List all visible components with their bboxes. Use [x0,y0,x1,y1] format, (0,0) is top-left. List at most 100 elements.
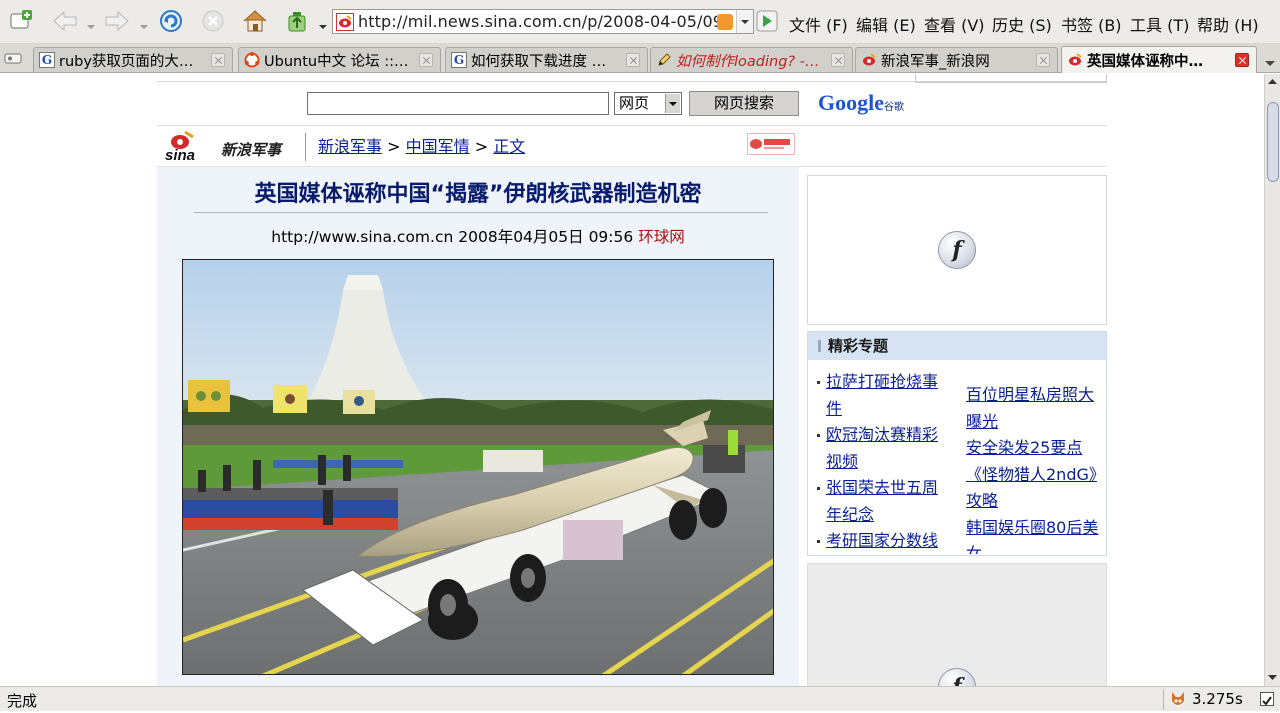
firebug-fox-icon[interactable] [1169,690,1187,709]
status-text: 完成 [7,692,38,710]
page-content: 网页 网页搜索 Google谷歌 sina 新浪军事 新浪军事 > 中国军情 >… [0,74,1264,686]
search-input[interactable] [307,92,609,115]
list-item: 考研国家分数线 [817,528,944,555]
toolbar-dropdown[interactable] [319,16,327,29]
topic-link[interactable]: 张国荣去世五周年纪念 [826,478,938,524]
tab-sina-military[interactable]: 新浪军事_新浪网 [855,47,1058,72]
tab-list-icon[interactable] [4,50,24,66]
tab-label: 如何制作loading? -… [676,53,820,70]
tab-active-article[interactable]: 英国媒体诬称中… [1061,46,1257,73]
chevron-down-icon [665,94,680,113]
topic-link[interactable]: 韩国娱乐圈80后美女 [966,518,1098,555]
tab-label: Ubuntu中文 论坛 ::… [264,53,409,70]
close-tab-icon[interactable] [1036,53,1050,67]
close-tab-icon[interactable] [419,53,433,67]
tab-download-progress[interactable]: G 如何获取下载进度 … [445,47,648,72]
status-divider [1163,689,1164,710]
flash-ad-top[interactable]: f [807,175,1107,325]
topic-link[interactable]: 考研国家分数线 [826,531,938,550]
google-icon: G [451,52,467,68]
new-tab-icon[interactable] [6,6,36,36]
menu-help[interactable]: 帮助 (H) [1197,12,1259,36]
google-brand-sub: 谷歌 [884,102,904,113]
sina-eye-icon [861,52,877,68]
tab-loading[interactable]: 如何制作loading? -… [650,47,853,72]
breadcrumb-link-china-military[interactable]: 中国军情 [406,137,470,156]
article-datetime: 2008年04月05日 09:56 [458,228,634,246]
google-brand: Google [818,90,884,115]
back-button[interactable] [50,6,80,36]
forward-button[interactable] [102,6,132,36]
scroll-up-arrow-icon[interactable] [1265,74,1280,89]
breadcrumb-separator: > [474,137,489,156]
partner-logo-icon[interactable] [747,133,795,155]
tab-label: 新浪军事_新浪网 [881,53,990,70]
scroll-down-arrow-icon[interactable] [1265,670,1280,685]
flash-ad-bottom[interactable]: f [807,563,1107,686]
breadcrumb: 新浪军事 > 中国军情 > 正文 [305,133,525,161]
menu-tools[interactable]: 工具 (T) [1130,12,1189,36]
forward-history-dropdown[interactable] [140,16,148,29]
topic-link[interactable]: 欧冠淘汰赛精彩视频 [826,425,938,471]
section-header: sina 新浪军事 新浪军事 > 中国军情 > 正文 [157,125,1107,167]
topic-link[interactable]: 百位明星私房照大曝光 [966,385,1094,431]
back-history-dropdown[interactable] [87,16,95,29]
article-source[interactable]: 环球网 [638,228,685,246]
menu-bookmarks[interactable]: 书签 (B) [1061,12,1122,36]
topic-list-left: 拉萨打砸抢烧事件 欧冠淘汰赛精彩视频 张国荣去世五周年纪念 考研国家分数线 [817,369,944,555]
close-tab-icon[interactable] [626,53,640,67]
navigation-toolbar: http://mil.news.sina.com.cn/p/2008-04-05… [0,0,1280,44]
close-tab-icon[interactable] [1235,53,1249,67]
topic-link[interactable]: 安全染发25要点 [966,438,1082,457]
scroll-thumb[interactable] [1267,102,1279,182]
menu-history[interactable]: 历史 (S) [992,12,1052,36]
topic-link[interactable]: 拉萨打砸抢烧事件 [826,372,938,418]
reload-icon[interactable] [156,6,186,36]
section-logo-text: 新浪军事 [221,141,282,159]
breadcrumb-link-article[interactable]: 正文 [493,137,525,156]
menu-edit[interactable]: 编辑 (E) [856,12,916,36]
flash-player-icon: f [938,668,976,686]
article-title: 英国媒体诬称中国“揭露”伊朗核武器制造机密 [254,182,702,207]
list-item: 百位明星私房照大曝光 [966,382,1101,435]
sina-logo[interactable]: sina [165,129,213,164]
pencil-icon [656,52,672,68]
sina-logo-text: sina [165,147,195,163]
tab-overflow-icon[interactable] [1264,54,1276,66]
home-icon[interactable] [240,6,270,36]
menu-file[interactable]: 文件 (F) [789,12,848,36]
url-bar[interactable]: http://mil.news.sina.com.cn/p/2008-04-05… [332,9,754,34]
status-checkbox[interactable] [1260,692,1274,706]
close-tab-icon[interactable] [211,53,225,67]
status-bar: 完成 3.275s [0,686,1280,711]
sina-eye-icon [336,12,354,31]
featured-topics-header: 精彩专题 [808,332,1106,360]
search-button[interactable]: 网页搜索 [689,91,799,116]
featured-topics-box: 精彩专题 拉萨打砸抢烧事件 欧冠淘汰赛精彩视频 张国荣去世五周年纪念 考研国家分… [807,331,1107,556]
stop-icon[interactable] [198,6,228,36]
search-type-value: 网页 [619,94,650,112]
tab-bar: G ruby获取页面的大… Ubuntu中文 论坛 ::… G 如何获取下载进度… [0,44,1280,73]
url-history-dropdown[interactable] [736,10,753,33]
recycle-icon[interactable] [282,6,312,36]
breadcrumb-link-military[interactable]: 新浪军事 [318,137,382,156]
tab-label: 英国媒体诬称中… [1087,53,1203,70]
list-item: 张国荣去世五周年纪念 [817,475,944,528]
ubuntu-icon [244,52,260,68]
tab-label: ruby获取页面的大… [59,53,194,70]
google-icon: G [39,52,55,68]
rss-feed-icon[interactable] [717,13,733,30]
google-logo[interactable]: Google谷歌 [818,90,904,116]
tab-ruby[interactable]: G ruby获取页面的大… [33,47,233,72]
tab-ubuntu[interactable]: Ubuntu中文 论坛 ::… [238,47,441,72]
article-photo [182,259,774,675]
menu-view[interactable]: 查看 (V) [924,12,985,36]
topic-link[interactable]: 《怪物猎人2ndG》攻略 [966,465,1097,511]
search-type-select[interactable]: 网页 [614,92,682,115]
go-button[interactable] [756,10,778,32]
sina-eye-icon [1067,52,1083,68]
vertical-scrollbar[interactable] [1264,74,1280,686]
url-text[interactable]: http://mil.news.sina.com.cn/p/2008-04-05… [358,12,717,31]
close-tab-icon[interactable] [831,53,845,67]
breadcrumb-separator: > [387,137,401,156]
